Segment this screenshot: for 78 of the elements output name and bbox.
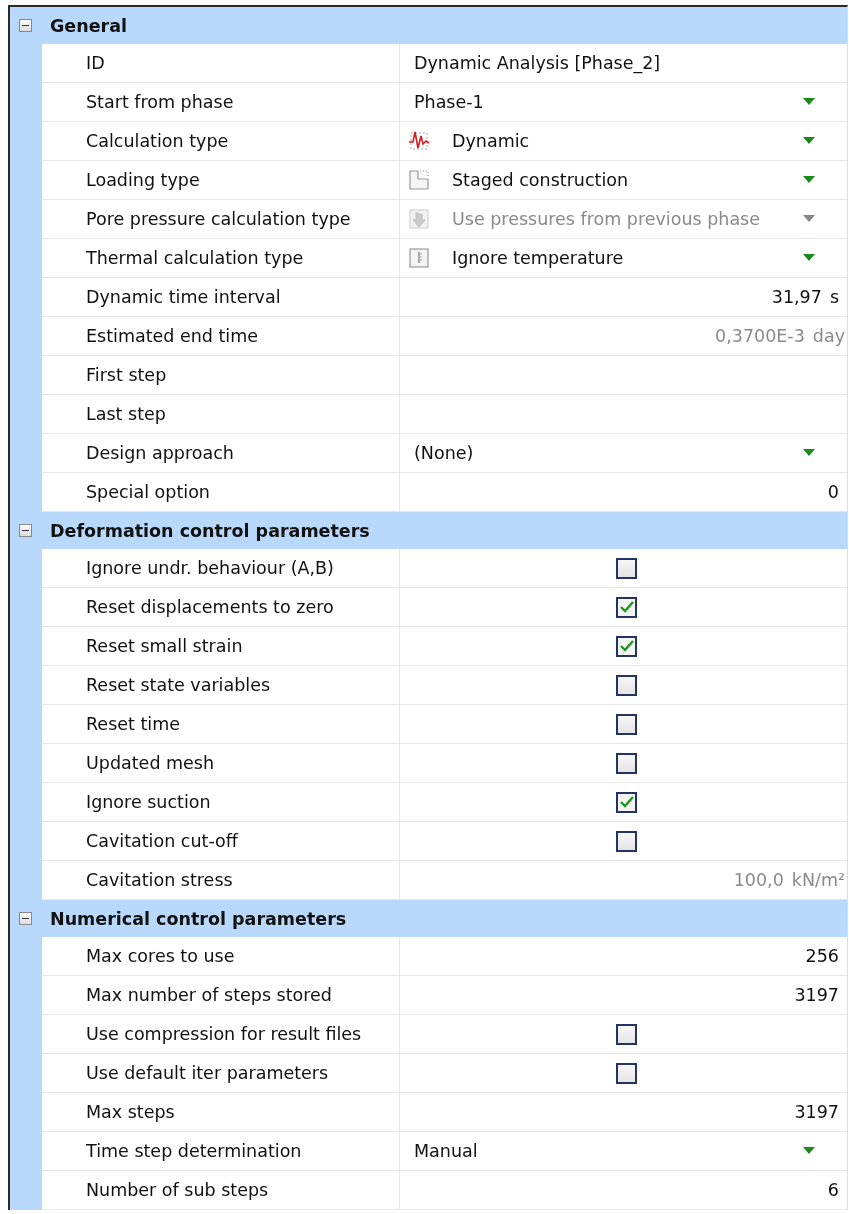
dropdown-arrow-icon <box>803 254 815 262</box>
collapse-toggle[interactable] <box>18 524 32 537</box>
property-label: Updated mesh <box>42 744 400 783</box>
section-title: Numerical control parameters <box>49 908 347 929</box>
check-icon <box>618 639 635 653</box>
property-label: Cavitation cut-off <box>42 822 400 861</box>
checkbox[interactable] <box>616 557 637 579</box>
property-label: Ignore undr. behaviour (A,B) <box>42 549 400 588</box>
property-label: Reset state variables <box>42 666 400 705</box>
check-icon <box>618 600 635 614</box>
dropdown-arrow-icon <box>803 449 815 457</box>
property-label: First step <box>42 356 400 395</box>
checkbox[interactable] <box>616 830 637 852</box>
property-label: Max number of steps stored <box>42 976 400 1015</box>
section-title: Deformation control parameters <box>49 520 370 541</box>
property-label: Loading type <box>42 161 400 200</box>
checkbox[interactable] <box>616 1062 637 1084</box>
unit-label: s <box>829 287 839 307</box>
property-label: Start from phase <box>42 83 400 122</box>
collapse-toggle[interactable] <box>18 912 32 925</box>
dropdown-field[interactable]: Manual <box>408 1141 837 1161</box>
checkbox[interactable] <box>616 752 637 774</box>
section-header[interactable]: Numerical control parameters <box>10 900 847 937</box>
unit-label: kN/m² <box>791 870 845 890</box>
arrow-down-icon <box>408 208 430 230</box>
checkbox[interactable] <box>616 596 637 618</box>
section-title: General <box>49 15 127 36</box>
section-header[interactable]: General <box>10 7 847 44</box>
section-header[interactable]: Deformation control parameters <box>10 512 847 549</box>
dropdown-arrow-icon <box>803 176 815 184</box>
property-label: Use compression for result files <box>42 1015 400 1054</box>
property-label: Last step <box>42 395 400 434</box>
dropdown-field[interactable]: Ignore temperature <box>408 247 837 269</box>
dropdown-field[interactable]: (None) <box>408 443 837 463</box>
property-label: Use default iter parameters <box>42 1054 400 1093</box>
checkbox[interactable] <box>616 635 637 657</box>
property-label: Thermal calculation type <box>42 239 400 278</box>
property-label: Number of sub steps <box>42 1171 400 1210</box>
dropdown-field[interactable]: Dynamic <box>408 130 837 152</box>
wave-icon <box>408 130 430 152</box>
dropdown-field: Use pressures from previous phase <box>408 208 837 230</box>
dropdown-arrow-icon <box>803 137 815 145</box>
checkbox[interactable] <box>616 1023 637 1045</box>
property-label: Reset time <box>42 705 400 744</box>
property-value: 0 <box>827 482 839 502</box>
property-value: 3197 <box>794 985 839 1005</box>
dropdown-field[interactable]: Staged construction <box>408 169 837 191</box>
property-label: Reset displacements to zero <box>42 588 400 627</box>
property-label: Dynamic time interval <box>42 278 400 317</box>
checkbox[interactable] <box>616 674 637 696</box>
dropdown-arrow-icon <box>803 1147 815 1155</box>
property-label: Max steps <box>42 1093 400 1132</box>
checkbox[interactable] <box>616 713 637 735</box>
property-label: Pore pressure calculation type <box>42 200 400 239</box>
dropdown-arrow-icon <box>803 98 815 106</box>
unit-label: day <box>812 326 845 346</box>
property-label: Time step determination <box>42 1132 400 1171</box>
check-icon <box>618 795 635 809</box>
property-label: Calculation type <box>42 122 400 161</box>
property-label: ID <box>42 44 400 83</box>
property-label: Max cores to use <box>42 937 400 976</box>
dropdown-arrow-icon <box>803 215 815 223</box>
dropdown-field[interactable]: Phase-1 <box>408 92 837 112</box>
property-label: Ignore suction <box>42 783 400 822</box>
property-value: 0,3700E-3 <box>715 326 805 346</box>
property-label: Estimated end time <box>42 317 400 356</box>
property-value: Dynamic Analysis [Phase_2] <box>414 53 661 73</box>
property-value: 256 <box>805 946 839 966</box>
collapse-toggle[interactable] <box>18 19 32 32</box>
property-value: 6 <box>827 1180 839 1200</box>
staged-icon <box>408 169 430 191</box>
property-label: Reset small strain <box>42 627 400 666</box>
checkbox[interactable] <box>616 791 637 813</box>
property-value: 31,97 <box>771 287 822 307</box>
property-label: Design approach <box>42 434 400 473</box>
property-value: 100,0 <box>733 870 784 890</box>
property-value: 3197 <box>794 1102 839 1122</box>
thermometer-icon <box>408 247 430 269</box>
